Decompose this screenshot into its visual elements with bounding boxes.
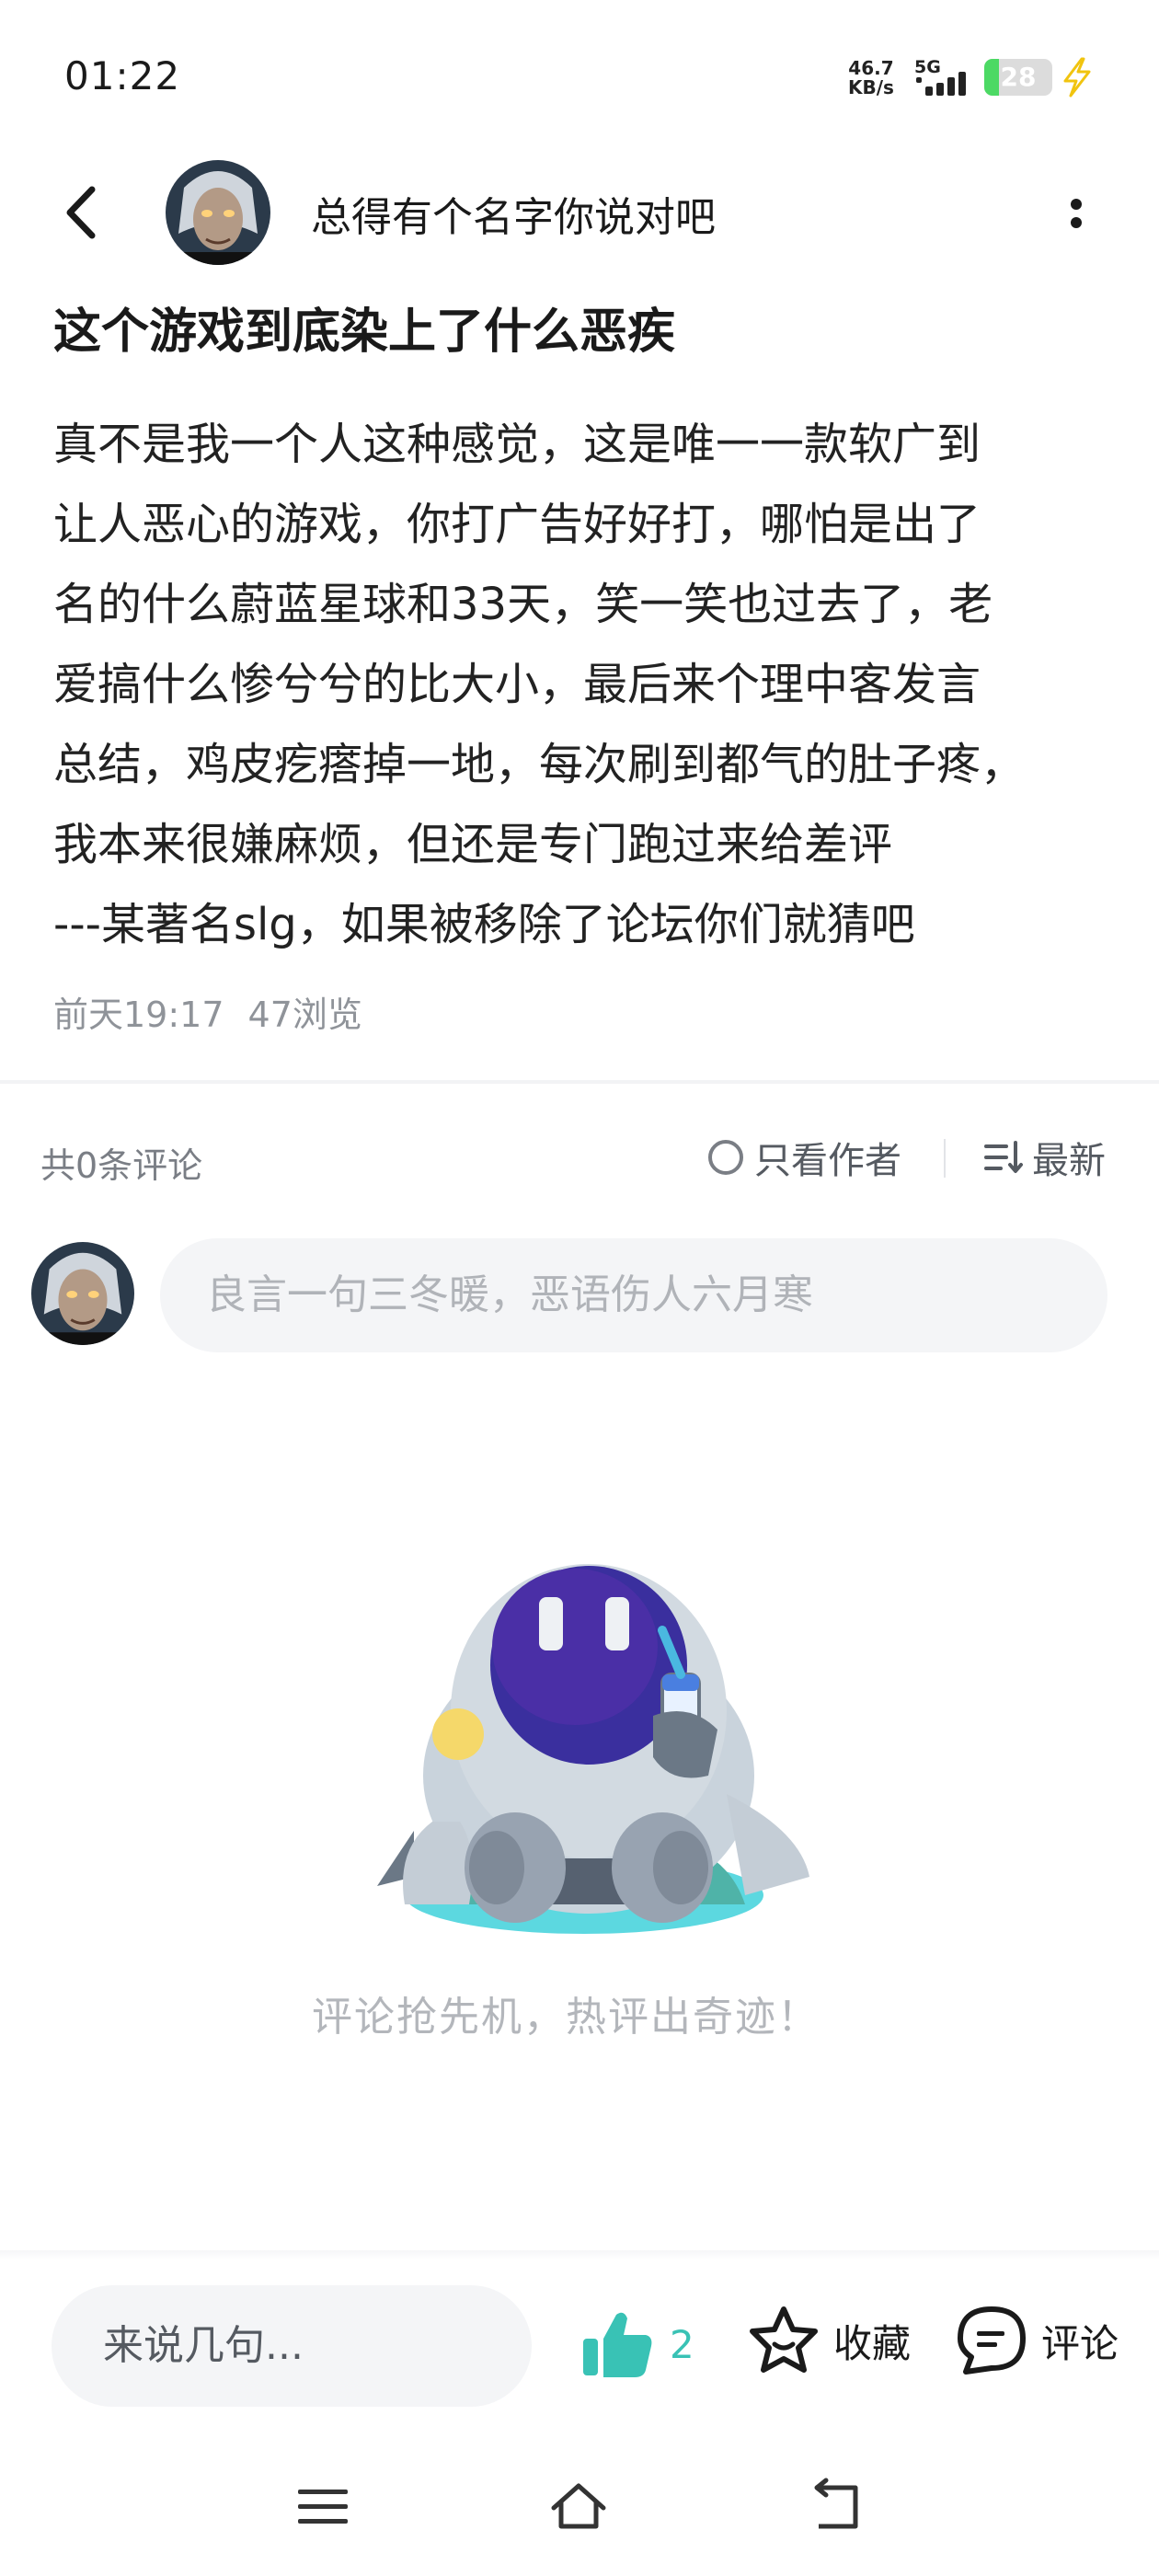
status-time: 01:22 xyxy=(64,53,181,98)
like-button[interactable]: 2 xyxy=(580,2306,694,2383)
author-name[interactable]: 总得有个名字你说对吧 xyxy=(311,184,716,243)
comment-count: 共0条评论 xyxy=(40,1145,203,1186)
post-time: 前天19:17 xyxy=(53,995,224,1035)
author-avatar[interactable] xyxy=(166,160,270,265)
comment-input[interactable]: 良言一句三冬暖，恶语伤人六月寒 xyxy=(160,1238,1107,1352)
author-only-toggle[interactable]: 只看作者 xyxy=(708,1135,901,1182)
star-icon xyxy=(750,2306,818,2373)
menu-icon[interactable] xyxy=(291,2475,355,2539)
comment-button[interactable]: 评论 xyxy=(955,2304,1119,2377)
like-count: 2 xyxy=(670,2321,694,2367)
filter-separator xyxy=(944,1139,946,1178)
battery-level: 28 xyxy=(1000,62,1037,92)
author-only-label: 只看作者 xyxy=(754,1140,901,1182)
bottom-bar-shadow xyxy=(0,2250,1159,2260)
collect-label: 收藏 xyxy=(833,2320,912,2366)
collect-button[interactable]: 收藏 xyxy=(747,2304,911,2377)
post-views: 47浏览 xyxy=(247,995,362,1035)
comment-label: 评论 xyxy=(1041,2320,1119,2366)
post-meta: 前天19:17 47浏览 xyxy=(53,986,362,1037)
post-title: 这个游戏到底染上了什么恶疾 xyxy=(53,305,676,360)
radio-icon xyxy=(708,1140,743,1175)
post-body: 真不是我一个人这种感觉，这是唯一一款软广到 让人恶心的游戏，你打广告好好打，哪怕… xyxy=(53,419,1026,950)
home-icon[interactable] xyxy=(546,2475,611,2539)
empty-state-mascot-illustration xyxy=(377,1564,809,1934)
section-divider xyxy=(0,1080,1159,1084)
quick-comment-input[interactable]: 来说几句... xyxy=(52,2285,532,2407)
network-speed-unit: KB/s xyxy=(848,76,894,98)
charging-icon xyxy=(1063,57,1091,98)
battery-icon: 28 xyxy=(984,59,1052,96)
back-icon[interactable] xyxy=(57,180,105,245)
sort-button[interactable]: 最新 xyxy=(982,1135,1106,1182)
empty-comments-text: 评论抢先机，热评出奇迹！ xyxy=(312,1994,820,2041)
back-nav-icon[interactable] xyxy=(806,2475,870,2539)
comment-bubble-icon xyxy=(958,2306,1026,2375)
signal-icon xyxy=(916,72,966,96)
sort-label: 最新 xyxy=(1032,1140,1106,1182)
network-speed-value: 46.7 xyxy=(848,57,894,79)
thumbs-up-icon xyxy=(583,2312,652,2377)
network-speed: 46.7 KB/s xyxy=(848,59,894,98)
sort-icon xyxy=(984,1141,1023,1173)
more-vertical-icon[interactable] xyxy=(1058,184,1095,243)
my-avatar xyxy=(31,1242,134,1345)
